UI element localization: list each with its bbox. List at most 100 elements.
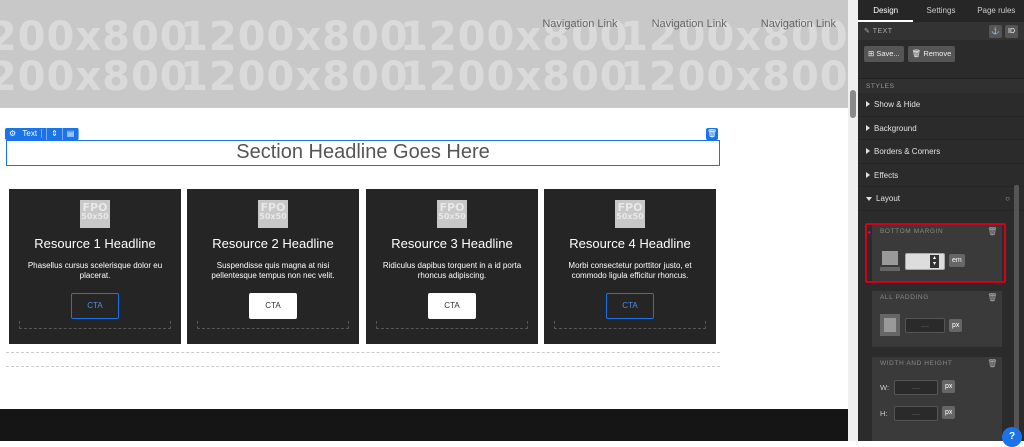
save-button[interactable]: ⊞ Save... (864, 46, 904, 62)
fpo-size: 50x50 (616, 212, 644, 221)
scrollbar-thumb[interactable] (850, 90, 856, 118)
delete-icon[interactable]: 🗑 (706, 128, 718, 140)
save-label: Save... (876, 49, 900, 58)
hero-placeholder-image[interactable]: 1200x8001200x8001200x8001200x8001200x800… (0, 0, 848, 108)
width-label: W: (880, 383, 890, 392)
duplicate-icon[interactable]: ▤ (63, 128, 80, 140)
card-title: Resource 4 Headline (569, 236, 691, 251)
element-type-label: ✎ TEXT (864, 28, 893, 35)
group-show-hide[interactable]: Show & Hide (858, 93, 1024, 117)
cta-button[interactable]: CTA (249, 293, 297, 319)
group-layout[interactable]: Layout ○ (858, 187, 1024, 211)
group-label: Borders & Corners (874, 147, 941, 156)
tab-design[interactable]: Design (858, 0, 914, 22)
group-effects[interactable]: Effects (858, 164, 1024, 187)
unit-select-px[interactable]: px (942, 380, 956, 393)
canvas-scrollbar[interactable] (848, 0, 858, 441)
card-body: Ridiculus dapibus torquent in a id porta… (382, 261, 522, 280)
all-padding-title: ALL PADDING (880, 294, 929, 301)
panel-tabs: Design Settings Page rules (858, 0, 1024, 22)
resource-card[interactable]: FPO 50x50 Resource 4 Headline Morbi consect… (544, 189, 716, 344)
drop-zone (376, 321, 528, 329)
tab-page-rules[interactable]: Page rules (969, 0, 1024, 22)
drop-zone (197, 321, 349, 329)
tab-settings[interactable]: Settings (913, 0, 968, 22)
width-input[interactable]: .... (894, 380, 938, 395)
padding-input[interactable]: .... (905, 318, 945, 333)
card-body: Suspendisse quis magna at nisi pellentes… (211, 261, 335, 280)
anchor-icon[interactable]: ⚓ (989, 24, 1002, 38)
group-background[interactable]: Background (858, 117, 1024, 140)
selection-toolbar[interactable]: ⚙ Text ⇕ ▤ (5, 128, 80, 140)
highlight-box (865, 223, 1006, 283)
placeholder-text: 1200x800 (0, 54, 189, 100)
placeholder-text: 1200x800 (180, 54, 409, 100)
drop-zone (554, 321, 706, 329)
fpo-size: 50x50 (259, 212, 287, 221)
section-headline[interactable]: Section Headline Goes Here (6, 141, 720, 164)
action-buttons: ⊞ Save... 🗑 Remove (858, 40, 1024, 68)
remove-button[interactable]: 🗑 Remove (907, 46, 956, 62)
fpo-image-placeholder: FPO 50x50 (258, 200, 288, 228)
resource-card[interactable]: FPO 50x50 Resource 3 Headline Ridiculus dap… (366, 189, 538, 344)
card-title: Resource 2 Headline (212, 236, 334, 251)
unit-select-px[interactable]: px (942, 406, 956, 419)
width-height-control: WIDTH AND HEIGHT 🗑 (872, 357, 1002, 441)
height-input[interactable]: .... (894, 406, 938, 421)
chevron-right-icon (866, 171, 870, 178)
fpo-image-placeholder: FPO 50x50 (80, 200, 110, 228)
id-button[interactable]: ID (1005, 24, 1018, 38)
panel-scrollbar[interactable] (1014, 185, 1019, 435)
group-label: Layout (876, 194, 901, 203)
card-body: Phasellus cursus scelerisque dolor eu pl… (27, 261, 163, 280)
section-divider (6, 366, 720, 367)
page-canvas: 1200x8001200x8001200x8001200x8001200x800… (0, 0, 848, 441)
group-borders-corners[interactable]: Borders & Corners (858, 140, 1024, 164)
styles-header: STYLES (858, 78, 1024, 93)
modified-indicator-icon: ○ (1005, 194, 1010, 203)
fpo-image-placeholder: FPO 50x50 (437, 200, 467, 228)
padding-placeholder: .... (921, 322, 929, 329)
card-title: Resource 3 Headline (391, 236, 513, 251)
trash-icon[interactable]: 🗑 (987, 291, 998, 305)
group-label: Show & Hide (874, 100, 921, 109)
selected-element-label[interactable]: ⚙ Text (5, 128, 48, 140)
navigation-bar: Navigation Link Navigation Link Navigati… (542, 18, 836, 30)
fpo-size: 50x50 (438, 212, 466, 221)
width-height-header: WIDTH AND HEIGHT 🗑 (872, 357, 1002, 371)
element-type: TEXT (872, 28, 893, 35)
move-icon[interactable]: ⇕ (47, 128, 63, 140)
nav-link[interactable]: Navigation Link (761, 18, 836, 30)
width-placeholder: .... (912, 384, 920, 391)
chevron-right-icon (866, 124, 870, 131)
height-label: H: (880, 409, 888, 418)
drop-zone (19, 321, 171, 329)
help-button[interactable]: ? (1002, 427, 1022, 447)
fpo-image-placeholder: FPO 50x50 (615, 200, 645, 228)
chevron-right-icon (866, 148, 870, 154)
cta-button[interactable]: CTA (606, 293, 654, 319)
resource-card[interactable]: FPO 50x50 Resource 2 Headline Suspendisse q… (187, 189, 359, 344)
cta-button[interactable]: CTA (428, 293, 476, 319)
placeholder-text: 1200x800 (620, 54, 848, 100)
chevron-down-icon (866, 197, 872, 201)
resource-card[interactable]: FPO 50x50 Resource 1 Headline Phasellus cur… (9, 189, 181, 344)
placeholder-text: 1200x800 (400, 54, 629, 100)
fpo-size: 50x50 (81, 212, 109, 221)
selection-type-label: Text (18, 129, 43, 138)
section-divider (6, 352, 720, 353)
width-height-title: WIDTH AND HEIGHT (880, 360, 953, 367)
cta-button[interactable]: CTA (71, 293, 119, 319)
group-label: Background (874, 123, 917, 133)
nav-link[interactable]: Navigation Link (542, 18, 617, 30)
trash-icon[interactable]: 🗑 (987, 357, 998, 371)
group-label: Effects (874, 170, 899, 180)
padding-icon (880, 314, 900, 336)
scrolled-section-edge (864, 70, 1018, 78)
unit-select-px[interactable]: px (949, 319, 963, 332)
card-title: Resource 1 Headline (34, 236, 156, 251)
nav-link[interactable]: Navigation Link (652, 18, 727, 30)
footer (0, 409, 848, 441)
height-placeholder: .... (912, 410, 920, 417)
element-header: ✎ TEXT ⚓ ID (858, 22, 1024, 40)
